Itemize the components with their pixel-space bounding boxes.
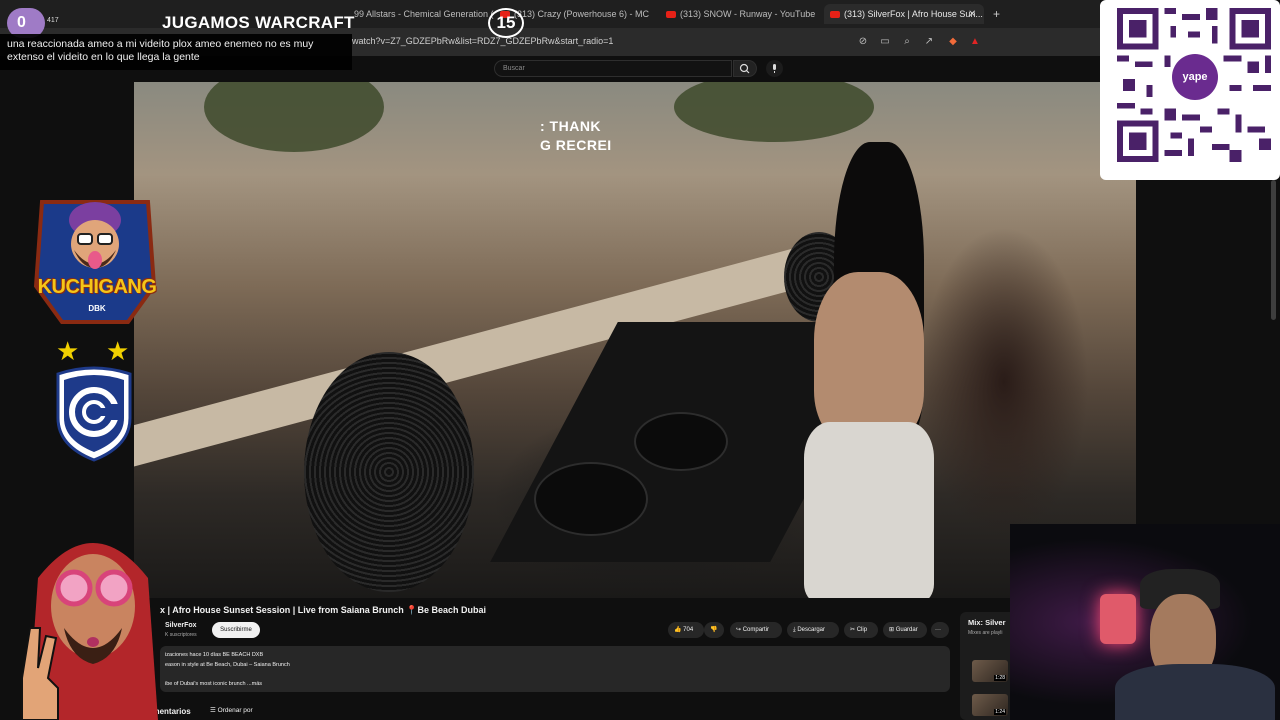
bookmark-icon: ⊞	[889, 627, 895, 633]
brave-rewards-icon[interactable]: ▲	[968, 35, 982, 49]
thumbs-down-icon: 👎	[710, 627, 718, 633]
close-tab-icon[interactable]: ✕	[968, 4, 976, 24]
save-label: Guardar	[895, 627, 918, 633]
zoom-icon[interactable]: ⌕	[900, 35, 914, 49]
scissors-icon: ✂	[850, 627, 856, 633]
club-crest-logo	[56, 366, 132, 462]
search-input[interactable]: Buscar	[494, 60, 732, 77]
like-count: 704	[683, 627, 694, 633]
sort-comments-button[interactable]: ☰ Ordenar por	[210, 706, 253, 714]
download-icon: ⤓	[793, 627, 796, 633]
dj-dress	[804, 422, 934, 598]
search-icon	[739, 63, 750, 74]
share-button[interactable]: ↪ Compartir	[730, 622, 782, 638]
mute-tab-icon[interactable]: ⊘	[856, 35, 870, 49]
kuchigang-subtitle: DBK	[88, 304, 106, 313]
streamer-shirt	[1115, 664, 1275, 720]
tab-label: (313) Crazy (Powerhouse 6) - MC B F...	[514, 9, 652, 19]
yape-logo-icon: yape	[1172, 54, 1218, 100]
clip-label: Clip	[856, 627, 868, 633]
mix-subtitle: Mixes are playli	[968, 630, 1003, 636]
tab-label: (313) SNOW - Runway - YouTube	[680, 9, 816, 19]
video-duration: 1:24	[994, 709, 1006, 715]
chat-message: una reaccionada ameo a mi videito plox a…	[7, 38, 314, 63]
save-button[interactable]: ⊞ Guardar	[883, 622, 927, 638]
share-icon[interactable]: ↗	[922, 35, 936, 49]
tab-chemical-generation[interactable]: 99 Allstars - Chemical Generation (S...	[354, 4, 494, 24]
dislike-button[interactable]: 👎	[704, 622, 724, 638]
search-button[interactable]	[733, 60, 757, 77]
sort-label: Ordenar por	[217, 707, 253, 714]
stream-timer: 15	[488, 8, 524, 38]
channel-name[interactable]: SilverFox	[165, 622, 197, 629]
clip-button[interactable]: ✂ Clip	[844, 622, 878, 638]
tab-label: (313) SilverFox | Afro House Sun...	[844, 9, 983, 19]
youtube-favicon-icon	[830, 10, 840, 18]
tab-label: 99 Allstars - Chemical Generation (S...	[354, 9, 494, 19]
subscriber-count: K suscriptores	[165, 632, 197, 638]
tab-silverfox-active[interactable]: (313) SilverFox | Afro House Sun...	[824, 4, 984, 24]
page-scrollbar[interactable]	[1271, 180, 1276, 320]
dj-platter	[534, 462, 648, 536]
neon-light	[1100, 594, 1136, 644]
mix-video-thumbnail[interactable]: 1:28	[972, 660, 1008, 682]
microphone-icon	[773, 64, 776, 73]
description-text: eason in style at Be Beach, Dubai – Saia…	[165, 662, 290, 668]
video-overlay-text: : THANK G RECREI	[540, 118, 612, 153]
video-title: x | Afro House Sunset Session | Live fro…	[160, 605, 486, 615]
download-button[interactable]: ⤓ Descargar	[787, 622, 839, 638]
share-arrow-icon: ↪	[736, 627, 742, 633]
palm-foliage	[204, 82, 384, 152]
kuchigang-wordmark: KUCHIGANG	[37, 276, 157, 298]
youtube-favicon-icon	[666, 10, 676, 18]
stream-headline: JUGAMOS WARCRAFT	[162, 13, 355, 32]
palm-foliage	[674, 82, 874, 142]
url-field[interactable]: watch?v=Z7_GDZEPbRw&list=RDZ7_GDZEPbRw&s…	[352, 36, 613, 46]
mix-title[interactable]: Mix: Silver	[968, 618, 1006, 627]
more-actions-button[interactable]: ···	[931, 622, 949, 638]
video-player[interactable]	[134, 82, 1136, 598]
sort-icon: ☰	[210, 707, 216, 714]
brave-shield-icon[interactable]: ◆	[946, 35, 960, 49]
description-box[interactable]	[160, 646, 950, 692]
download-label: Descargar	[797, 627, 826, 633]
dj-figure	[814, 272, 924, 442]
description-meta: izaciones hace 10 días BE BEACH DXB	[165, 652, 264, 658]
star-icon: ★	[56, 336, 80, 366]
mix-video-thumbnail[interactable]: 1:24	[972, 694, 1008, 716]
like-button[interactable]: 👍 704	[668, 622, 704, 638]
thumbs-up-icon: 👍	[674, 627, 682, 633]
subscribe-button[interactable]: Suscribirme	[212, 622, 260, 638]
viewer-count: 417	[47, 17, 59, 24]
star-icon: ★	[106, 336, 130, 366]
new-tab-button[interactable]: +	[993, 4, 1000, 24]
share-label: Compartir	[742, 627, 770, 633]
description-more[interactable]: ibe of Dubai's most iconic brunch ...más	[165, 681, 262, 687]
streamer-avatar-cartoon	[21, 543, 158, 720]
video-duration: 1:28	[994, 675, 1006, 681]
webcam-feed	[1010, 524, 1280, 720]
tab-snow-runway[interactable]: (313) SNOW - Runway - YouTube	[666, 4, 816, 24]
fan-foreground	[304, 352, 474, 592]
cast-icon[interactable]: ▭	[878, 35, 892, 49]
dj-platter	[634, 412, 728, 471]
voice-search-button[interactable]	[766, 60, 783, 77]
